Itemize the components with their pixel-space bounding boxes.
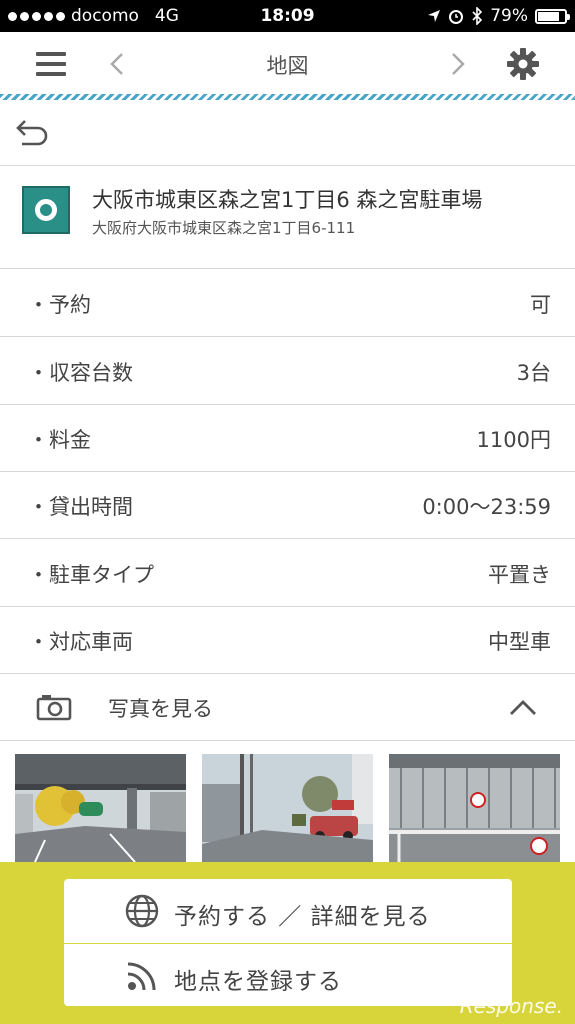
status-bar: docomo 4G 18:09 79% [0, 0, 575, 32]
photos-toggle[interactable]: 写真を見る [0, 673, 575, 741]
detail-label: ・貸出時間 [28, 495, 133, 519]
detail-value: 3台 [516, 361, 551, 385]
watermark-logo: Response. [459, 994, 563, 1018]
detail-value: 中型車 [488, 630, 551, 654]
photo-thumbnail-street[interactable] [15, 754, 186, 862]
register-location-label: 地点を登録する [174, 969, 342, 995]
detail-value: 1100円 [476, 428, 551, 452]
page-title: 地図 [266, 54, 309, 78]
camera-icon [36, 695, 72, 721]
detail-value: 平置き [488, 563, 551, 587]
detail-row-capacity: ・収容台数 3台 [0, 337, 575, 405]
bluetooth-icon [472, 7, 483, 25]
detail-label: ・対応車両 [28, 630, 133, 654]
place-header: 大阪市城東区森之宮1丁目6 森之宮駐車場 大阪府大阪市城東区森之宮1丁目6-11… [0, 166, 575, 269]
detail-value: 可 [530, 293, 551, 317]
reserve-details-button[interactable]: 予約する ／ 詳細を見る [64, 879, 512, 943]
battery-percent: 79% [490, 6, 528, 26]
location-arrow-icon [428, 10, 441, 22]
alarm-icon [449, 10, 464, 24]
place-name: 大阪市城東区森之宮1丁目6 森之宮駐車場 [92, 188, 483, 212]
nav-bar: 地図 [0, 32, 575, 94]
detail-row-fee: ・料金 1100円 [0, 404, 575, 472]
parking-logo-icon [22, 186, 70, 234]
detail-row-parking-type: ・駐車タイプ 平置き [0, 539, 575, 607]
detail-label: ・収容台数 [28, 361, 133, 385]
photo-thumbnail-lot-entrance[interactable] [202, 754, 373, 862]
chevron-right-icon[interactable] [449, 52, 467, 76]
feed-signal-icon [127, 962, 156, 991]
detail-label: ・料金 [28, 428, 91, 452]
register-location-button[interactable]: 地点を登録する [64, 944, 512, 1006]
back-arrow-icon[interactable] [14, 118, 50, 148]
globe-icon [125, 894, 159, 928]
battery-icon [535, 8, 570, 24]
photos-label: 写真を見る [108, 697, 213, 721]
back-row [0, 100, 575, 166]
chevron-up-icon[interactable] [509, 698, 537, 716]
detail-label: ・駐車タイプ [28, 563, 154, 587]
place-address: 大阪府大阪市城東区森之宮1丁目6-111 [92, 219, 356, 237]
action-panel: 予約する ／ 詳細を見る 地点を登録する Response. [0, 862, 575, 1024]
photo-thumbnails [0, 754, 575, 864]
detail-label: ・予約 [28, 293, 91, 317]
photo-thumbnail-parking-space[interactable] [389, 754, 560, 862]
detail-value: 0:00〜23:59 [422, 495, 551, 519]
detail-row-hours: ・貸出時間 0:00〜23:59 [0, 471, 575, 539]
reserve-details-label: 予約する ／ 詳細を見る [174, 904, 431, 930]
detail-row-vehicle: ・対応車両 中型車 [0, 606, 575, 674]
gear-icon[interactable] [506, 47, 540, 81]
detail-row-reservation: ・予約 可 [0, 269, 575, 337]
